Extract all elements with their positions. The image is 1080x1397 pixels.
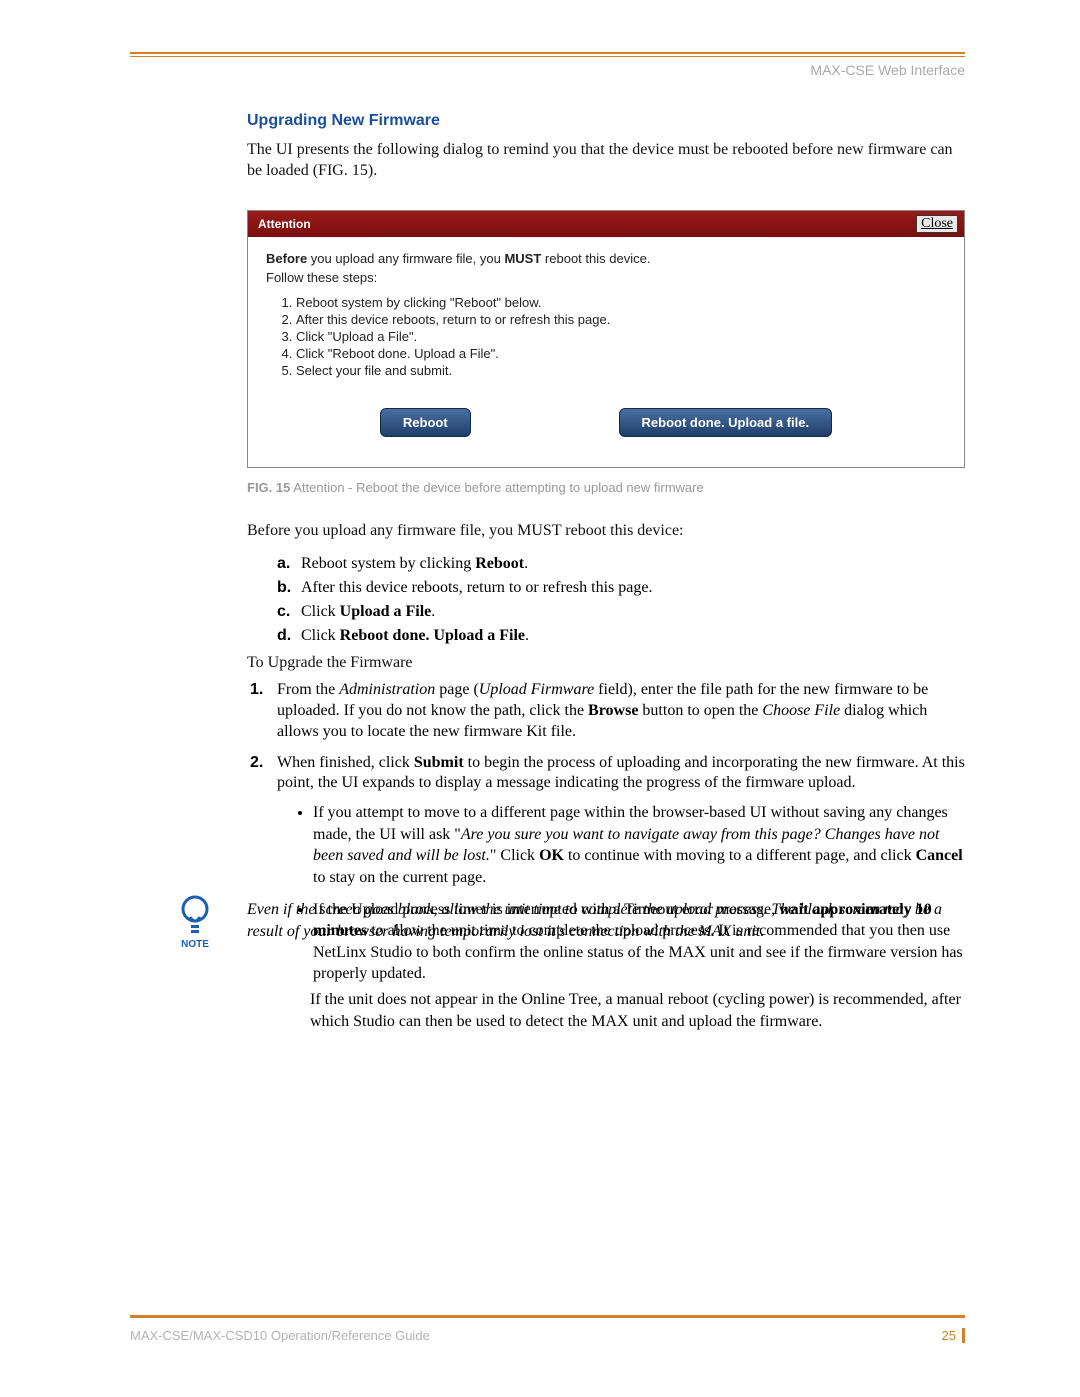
text-d-post: . xyxy=(525,627,529,644)
dialog-step: Reboot system by clicking "Reboot" below… xyxy=(296,295,946,310)
text-a-post: . xyxy=(524,555,528,572)
must-bold: MUST xyxy=(504,251,541,266)
b0-bold1: OK xyxy=(539,847,564,864)
n2-a: When finished, click xyxy=(277,754,414,771)
before-rest: you upload any firmware file, you xyxy=(307,251,504,266)
document-page: MAX-CSE Web Interface Upgrading New Firm… xyxy=(0,0,1080,1397)
page-number: 25 xyxy=(942,1328,965,1343)
follow-steps: Follow these steps: xyxy=(266,270,946,285)
dialog-step: Click "Reboot done. Upload a File". xyxy=(296,346,946,361)
text-c-bold: Upload a File xyxy=(340,603,432,620)
dialog-body: Before you upload any firmware file, you… xyxy=(248,237,964,467)
dialog-step: After this device reboots, return to or … xyxy=(296,312,946,327)
letter-item: b. After this device reboots, return to … xyxy=(277,579,965,597)
letter-list: a. Reboot system by clicking Reboot. b. … xyxy=(277,555,965,645)
b0-c: to continue with moving to a different p… xyxy=(564,847,916,864)
marker-1: 1. xyxy=(250,680,263,701)
main-content: Upgrading New Firmware The UI presents t… xyxy=(247,112,965,995)
before-tail: reboot this device. xyxy=(541,251,650,266)
running-header: MAX-CSE Web Interface xyxy=(810,62,965,78)
lightbulb-icon xyxy=(178,895,212,935)
num-item-1: 1. From the Administration page (Upload … xyxy=(247,680,965,742)
dialog-titlebar: Attention Close xyxy=(248,211,964,237)
note-icon-wrap: NOTE xyxy=(175,895,215,950)
pre-letter-paragraph: Before you upload any firmware file, you… xyxy=(247,521,965,542)
note-label: NOTE xyxy=(175,939,215,950)
n1-b: page ( xyxy=(435,681,479,698)
note-block: NOTE Even if the screen goes blank, allo… xyxy=(175,895,965,950)
n1-d: button to open the xyxy=(638,702,762,719)
text-a-pre: Reboot system by clicking xyxy=(301,555,475,572)
n1-i3: Choose File xyxy=(762,702,840,719)
marker-c: c. xyxy=(277,603,290,621)
dialog-step-list: Reboot system by clicking "Reboot" below… xyxy=(282,295,946,378)
n1-i2: Upload Firmware xyxy=(479,681,594,698)
close-button[interactable]: Close xyxy=(916,215,958,233)
n1-i1: Administration xyxy=(339,681,435,698)
bullet-item: If you attempt to move to a different pa… xyxy=(313,802,965,888)
marker-2: 2. xyxy=(250,753,263,774)
header-rule-thick xyxy=(130,52,965,54)
num-item-2: 2. When finished, click Submit to begin … xyxy=(247,753,965,985)
dialog-step: Select your file and submit. xyxy=(296,363,946,378)
text-b: After this device reboots, return to or … xyxy=(301,579,652,596)
reboot-done-button[interactable]: Reboot done. Upload a file. xyxy=(619,408,833,437)
footer-left: MAX-CSE/MAX-CSD10 Operation/Reference Gu… xyxy=(130,1328,430,1343)
b0-d: to stay on the current page. xyxy=(313,869,486,886)
reboot-button[interactable]: Reboot xyxy=(380,408,471,437)
n1-a: From the xyxy=(277,681,339,698)
marker-d: d. xyxy=(277,627,291,645)
b0-bold2: Cancel xyxy=(916,847,963,864)
before-bold: Before xyxy=(266,251,307,266)
letter-item: d. Click Reboot done. Upload a File. xyxy=(277,627,965,645)
text-c-pre: Click xyxy=(301,603,340,620)
section-heading: Upgrading New Firmware xyxy=(247,112,965,130)
after-note-paragraph: If the unit does not appear in the Onlin… xyxy=(310,989,965,1034)
figure-caption: FIG. 15 Attention - Reboot the device be… xyxy=(247,480,965,495)
bullet-sublist: If you attempt to move to a different pa… xyxy=(313,802,965,985)
intro-paragraph: The UI presents the following dialog to … xyxy=(247,140,965,182)
text-c-post: . xyxy=(431,603,435,620)
marker-b: b. xyxy=(277,579,291,597)
dialog-button-row: Reboot Reboot done. Upload a file. xyxy=(266,408,946,437)
note-text: Even if the screen goes blank, allow the… xyxy=(247,895,965,942)
attention-dialog: Attention Close Before you upload any fi… xyxy=(247,210,965,468)
n2-bold1: Submit xyxy=(414,754,464,771)
text-d-pre: Click xyxy=(301,627,340,644)
marker-a: a. xyxy=(277,555,290,573)
letter-item: c. Click Upload a File. xyxy=(277,603,965,621)
dialog-intro-line: Before you upload any firmware file, you… xyxy=(266,251,946,266)
fig-label: FIG. 15 xyxy=(247,480,290,495)
text-a-bold: Reboot xyxy=(475,555,524,572)
to-upgrade-heading: To Upgrade the Firmware xyxy=(247,653,965,674)
dialog-step: Click "Upload a File". xyxy=(296,329,946,344)
fig-text: Attention - Reboot the device before att… xyxy=(290,480,703,495)
text-d-bold: Reboot done. Upload a File xyxy=(340,627,525,644)
header-rule-thin xyxy=(130,56,965,57)
n1-bold1: Browse xyxy=(588,702,638,719)
dialog-title: Attention xyxy=(258,217,311,231)
letter-item: a. Reboot system by clicking Reboot. xyxy=(277,555,965,573)
b0-b: " Click xyxy=(490,847,539,864)
page-footer: MAX-CSE/MAX-CSD10 Operation/Reference Gu… xyxy=(130,1317,965,1343)
